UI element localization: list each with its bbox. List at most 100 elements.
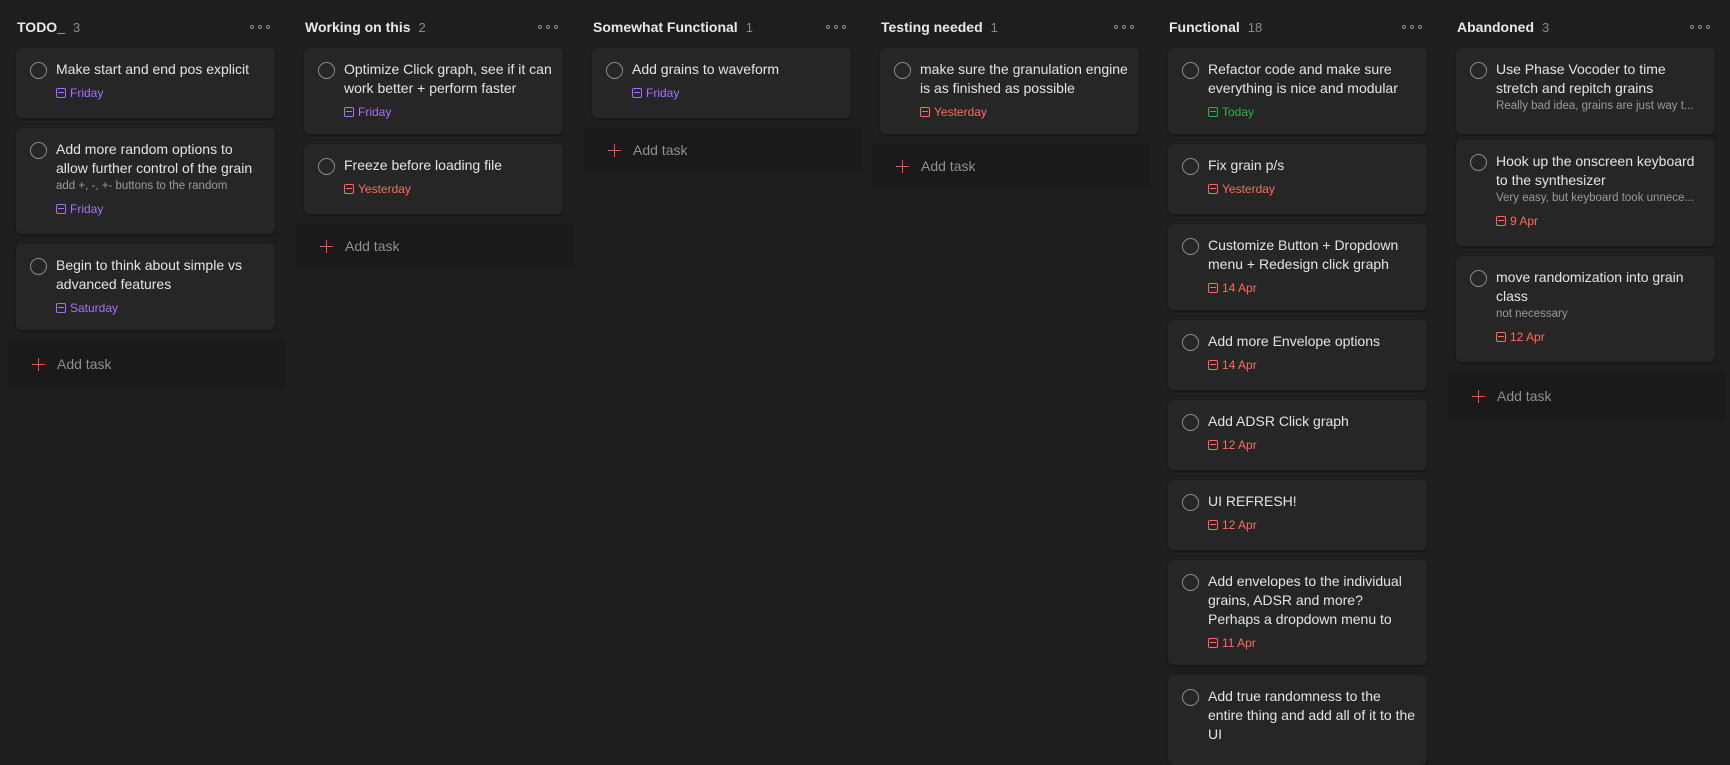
task-title: Customize Button + Dropdown menu + Redes… xyxy=(1208,237,1399,272)
board-column: Somewhat Functional 1 Add grains to wavefo… xyxy=(584,0,861,745)
task-card[interactable]: Add envelopes to the individual grains, … xyxy=(1168,560,1427,665)
task-title: Use Phase Vocoder to time stretch and re… xyxy=(1496,61,1666,96)
circle-checkbox-icon[interactable] xyxy=(1182,158,1199,175)
circle-checkbox-icon[interactable] xyxy=(1470,62,1487,79)
column-header: TODO_ 3 xyxy=(17,17,270,37)
circle-checkbox-icon[interactable] xyxy=(606,62,623,79)
circle-checkbox-icon[interactable] xyxy=(1182,334,1199,351)
calendar-icon xyxy=(1496,332,1506,342)
circle-checkbox-icon[interactable] xyxy=(894,62,911,79)
task-card[interactable]: UI REFRESH! 12 Apr xyxy=(1168,480,1427,550)
due-date-label: Today xyxy=(1222,105,1255,119)
more-horizontal-icon[interactable] xyxy=(1690,20,1710,34)
add-task-button[interactable]: Add task xyxy=(1448,374,1725,418)
add-task-button[interactable]: Add task xyxy=(296,224,573,268)
circle-checkbox-icon[interactable] xyxy=(1182,574,1199,591)
circle-checkbox-icon[interactable] xyxy=(1470,154,1487,171)
circle-checkbox-icon[interactable] xyxy=(1182,62,1199,79)
board-column: Functional 18 Refactor code and make sure … xyxy=(1160,0,1427,765)
calendar-icon xyxy=(1208,283,1218,293)
circle-checkbox-icon[interactable] xyxy=(318,158,335,175)
circle-checkbox-icon[interactable] xyxy=(1470,270,1487,287)
calendar-icon xyxy=(920,107,930,117)
due-date-label: 14 Apr xyxy=(1222,281,1257,295)
task-title: Add grains to waveform xyxy=(632,61,780,77)
more-horizontal-icon[interactable] xyxy=(1114,20,1134,34)
task-description: add +, -, +- buttons to the random xyxy=(56,180,228,192)
task-card[interactable]: Customize Button + Dropdown menu + Redes… xyxy=(1168,224,1427,310)
column-title: Testing needed xyxy=(881,19,983,35)
board-column: TODO_ 3 Make start and end pos explicit Fri… xyxy=(8,0,285,745)
task-card[interactable]: Fix grain p/s Yesterday xyxy=(1168,144,1427,214)
add-task-button[interactable]: Add task xyxy=(584,128,861,172)
calendar-icon xyxy=(1208,107,1218,117)
task-card[interactable]: Begin to think about simple vs advanced … xyxy=(16,244,275,330)
circle-checkbox-icon[interactable] xyxy=(1182,414,1199,431)
due-date: 12 Apr xyxy=(1208,438,1257,452)
task-title: move randomization into grain class xyxy=(1496,269,1684,304)
plus-icon xyxy=(320,239,333,253)
task-title: Freeze before loading file xyxy=(344,157,502,173)
task-card[interactable]: Add more random options to allow further… xyxy=(16,128,275,234)
due-date: Saturday xyxy=(56,301,118,315)
add-task-label: Add task xyxy=(1497,388,1552,404)
task-card[interactable]: Freeze before loading file Yesterday xyxy=(304,144,563,214)
calendar-icon xyxy=(56,303,66,313)
due-date-label: Friday xyxy=(70,202,104,216)
column-title: Functional xyxy=(1169,19,1240,35)
column-header: Abandoned 3 xyxy=(1457,17,1710,37)
task-card[interactable]: Hook up the onscreen keyboard to the syn… xyxy=(1456,140,1715,246)
due-date-label: Friday xyxy=(70,86,104,100)
due-date-label: Friday xyxy=(646,86,680,100)
calendar-icon xyxy=(632,88,642,98)
task-card[interactable]: Add true randomness to the entire thing … xyxy=(1168,675,1427,765)
due-date-label: 11 Apr xyxy=(1222,636,1256,650)
task-title: Add ADSR Click graph xyxy=(1208,413,1349,429)
due-date: Friday xyxy=(56,86,103,100)
plus-icon xyxy=(1472,389,1485,403)
task-title: Fix grain p/s xyxy=(1208,157,1285,173)
circle-checkbox-icon[interactable] xyxy=(30,62,47,79)
task-card[interactable]: Make start and end pos explicit Friday xyxy=(16,48,275,118)
task-title: Optimize Click graph, see if it can work… xyxy=(344,61,552,96)
circle-checkbox-icon[interactable] xyxy=(1182,494,1199,511)
board-column: Testing needed 1 make sure the granulation… xyxy=(872,0,1149,745)
task-card[interactable]: Add grains to waveform Friday xyxy=(592,48,851,118)
due-date: Today xyxy=(1208,105,1254,119)
due-date-label: 14 Apr xyxy=(1222,358,1257,372)
add-task-label: Add task xyxy=(345,238,400,254)
add-task-button[interactable]: Add task xyxy=(8,342,285,386)
task-card[interactable]: Add ADSR Click graph 12 Apr xyxy=(1168,400,1427,470)
task-card[interactable]: move randomization into grain class not n… xyxy=(1456,256,1715,362)
task-card[interactable]: Add more Envelope options 14 Apr xyxy=(1168,320,1427,390)
task-title: Add true randomness to the entire thing … xyxy=(1208,688,1416,742)
circle-checkbox-icon[interactable] xyxy=(30,142,47,159)
due-date-label: 12 Apr xyxy=(1222,438,1257,452)
due-date: Yesterday xyxy=(1208,182,1275,196)
circle-checkbox-icon[interactable] xyxy=(318,62,335,79)
plus-icon xyxy=(32,357,45,371)
due-date-label: Yesterday xyxy=(358,182,411,196)
task-title: Add more random options to allow further… xyxy=(56,141,253,176)
task-card[interactable]: Refactor code and make sure everything i… xyxy=(1168,48,1427,134)
task-description: Really bad idea, grains are just way t..… xyxy=(1496,100,1694,112)
more-horizontal-icon[interactable] xyxy=(250,20,270,34)
more-horizontal-icon[interactable] xyxy=(826,20,846,34)
add-task-button[interactable]: Add task xyxy=(872,144,1149,188)
calendar-icon xyxy=(344,184,354,194)
circle-checkbox-icon[interactable] xyxy=(1182,689,1199,706)
more-horizontal-icon[interactable] xyxy=(1402,20,1422,34)
due-date: 14 Apr xyxy=(1208,281,1257,295)
task-description: not necessary xyxy=(1496,308,1568,320)
task-card[interactable]: make sure the granulation engine is as f… xyxy=(880,48,1139,134)
column-title: TODO_ xyxy=(17,19,65,35)
calendar-icon xyxy=(1208,440,1218,450)
task-card[interactable]: Optimize Click graph, see if it can work… xyxy=(304,48,563,134)
due-date-label: Yesterday xyxy=(1222,182,1275,196)
task-card[interactable]: Use Phase Vocoder to time stretch and re… xyxy=(1456,48,1715,134)
due-date: 11 Apr xyxy=(1208,636,1256,650)
due-date-label: Saturday xyxy=(70,301,119,315)
more-horizontal-icon[interactable] xyxy=(538,20,558,34)
circle-checkbox-icon[interactable] xyxy=(30,258,47,275)
circle-checkbox-icon[interactable] xyxy=(1182,238,1199,255)
